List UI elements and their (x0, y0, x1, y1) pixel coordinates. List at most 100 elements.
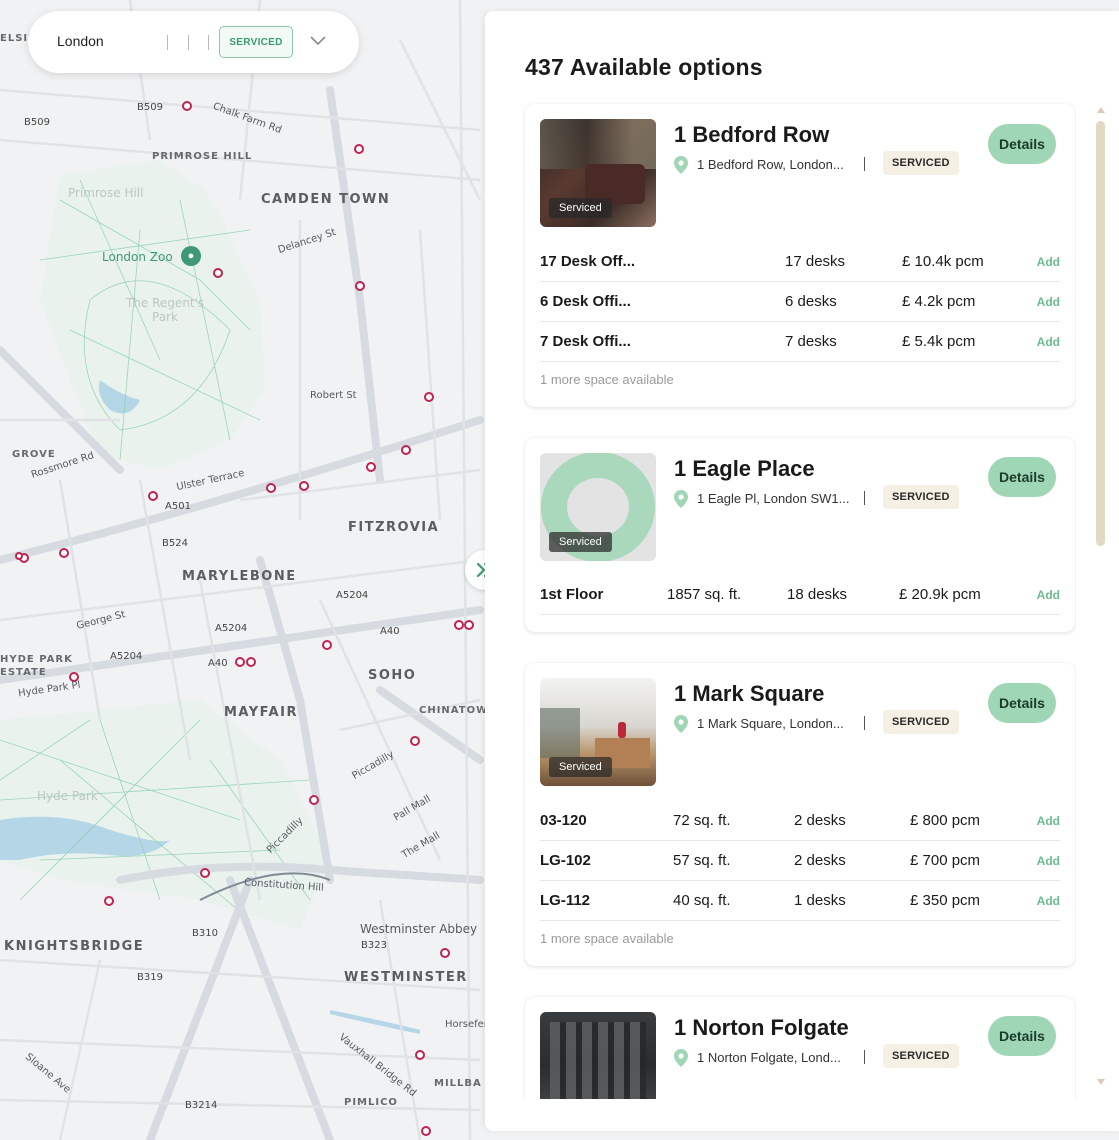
space-name: 17 Desk Off... (540, 253, 636, 270)
space-price: £ 350 pcm (910, 892, 981, 909)
scroll-up-arrow[interactable] (1097, 107, 1105, 113)
map-label-road: A5204 (336, 590, 369, 601)
add-button[interactable]: Add (1037, 335, 1060, 349)
space-desks: 7 desks (785, 333, 837, 350)
listing-title[interactable]: 1 Mark Square (674, 681, 824, 707)
space-row[interactable]: 17 Desk Off... 17 desks £ 10.4k pcm Add (540, 242, 1060, 282)
space-name: 1st Floor (540, 586, 604, 603)
details-button[interactable]: Details (988, 457, 1056, 497)
search-location[interactable]: London (57, 33, 104, 49)
space-sqft: 40 sq. ft. (673, 892, 731, 909)
map-label-area: FITZROVIA (348, 520, 440, 535)
map-label-area: MAYFAIR (224, 705, 298, 720)
map-label-road: B310 (192, 928, 218, 939)
map-label-area: SOHO (368, 668, 417, 683)
space-name: LG-102 (540, 852, 591, 869)
add-button[interactable]: Add (1037, 295, 1060, 309)
listing-address: 1 Mark Square, London... (697, 716, 844, 731)
space-desks: 2 desks (794, 852, 846, 869)
search-bar[interactable]: London SERVICED (28, 11, 359, 73)
map-label-road: B509 (24, 117, 50, 128)
add-button[interactable]: Add (1037, 588, 1060, 602)
space-row[interactable]: 03-120 72 sq. ft. 2 desks £ 800 pcm Add (540, 801, 1060, 841)
map-label-area: CAMDEN TOWN (261, 192, 391, 207)
map-label-park: Park (152, 310, 178, 324)
map-label-area: PRIMROSE HILL (152, 151, 253, 162)
space-name: 7 Desk Offi... (540, 333, 631, 350)
add-button[interactable]: Add (1037, 894, 1060, 908)
map-label-street: Westminster Abbey (360, 922, 478, 936)
map-label-area: MILLBA (434, 1078, 482, 1089)
thumb-badge: Serviced (549, 757, 612, 777)
space-name: 6 Desk Offi... (540, 293, 631, 310)
space-row[interactable]: 6 Desk Offi... 6 desks £ 4.2k pcm Add (540, 282, 1060, 322)
details-button[interactable]: Details (988, 683, 1056, 723)
listing-card[interactable]: Serviced 1 Eagle Place 1 Eagle Pl, Londo… (525, 438, 1075, 632)
space-name: LG-112 (540, 892, 591, 909)
listing-title[interactable]: 1 Bedford Row (674, 122, 829, 148)
space-row[interactable]: LG-102 57 sq. ft. 2 desks £ 700 pcm Add (540, 841, 1060, 881)
more-spaces-text[interactable]: 1 more space available (540, 931, 674, 946)
map-label-area: HYDE PARK (0, 654, 73, 665)
details-button[interactable]: Details (988, 124, 1056, 164)
scroll-down-arrow[interactable] (1097, 1079, 1105, 1085)
space-price: £ 700 pcm (910, 852, 981, 869)
space-desks: 6 desks (785, 293, 837, 310)
listing-address: 1 Eagle Pl, London SW1... (697, 491, 850, 506)
map-label-area: GROVE (12, 449, 56, 460)
add-button[interactable]: Add (1037, 814, 1060, 828)
more-spaces-text[interactable]: 1 more space available (540, 372, 674, 387)
chevron-down-icon[interactable] (309, 34, 327, 48)
listing-address: 1 Norton Folgate, Lond... (697, 1050, 841, 1065)
address-separator (864, 1050, 865, 1064)
serviced-filter-badge[interactable]: SERVICED (219, 26, 293, 58)
listing-card[interactable]: Serviced 1 Mark Square 1 Mark Square, Lo… (525, 663, 1075, 966)
map-pin-icon (674, 490, 688, 508)
space-name: 03-120 (540, 812, 587, 829)
space-desks: 1 desks (794, 892, 846, 909)
map-label-area: PIMLICO (344, 1097, 398, 1108)
map-label-park: Primrose Hill (68, 186, 144, 200)
map-pin-icon (674, 715, 688, 733)
space-row[interactable]: LG-112 40 sq. ft. 1 desks £ 350 pcm Add (540, 881, 1060, 921)
listing-photo-placeholder: Serviced (540, 453, 656, 561)
map-label-road: B3214 (185, 1100, 218, 1111)
listing-title[interactable]: 1 Eagle Place (674, 456, 815, 482)
map-pin-icon (674, 1049, 688, 1067)
thumb-badge: Serviced (549, 198, 612, 218)
map-label-road: A5204 (215, 623, 248, 634)
space-desks: 2 desks (794, 812, 846, 829)
space-price: £ 10.4k pcm (902, 253, 984, 270)
map-label-road: A5204 (110, 651, 143, 662)
space-rows: 03-120 72 sq. ft. 2 desks £ 800 pcm Add … (540, 801, 1060, 921)
listing-list[interactable]: Serviced 1 Bedford Row 1 Bedford Row, Lo… (523, 99, 1076, 1099)
map-label-area: MARYLEBONE (182, 569, 297, 584)
space-row[interactable]: 7 Desk Offi... 7 desks £ 5.4k pcm Add (540, 322, 1060, 362)
space-row[interactable]: 1st Floor 1857 sq. ft. 18 desks £ 20.9k … (540, 575, 1060, 615)
map-label-area: ESTATE (0, 667, 47, 678)
space-desks: 18 desks (787, 586, 848, 603)
scrollbar-thumb[interactable] (1096, 121, 1105, 546)
type-badge: SERVICED (883, 151, 959, 175)
type-badge: SERVICED (883, 710, 959, 734)
add-button[interactable]: Add (1037, 854, 1060, 868)
type-badge: SERVICED (883, 1044, 959, 1068)
space-price: £ 4.2k pcm (902, 293, 976, 310)
space-sqft: 57 sq. ft. (673, 852, 731, 869)
listing-card[interactable]: Serviced 1 Bedford Row 1 Bedford Row, Lo… (525, 104, 1075, 407)
map-label-road: B319 (137, 972, 163, 983)
listing-title[interactable]: 1 Norton Folgate (674, 1015, 849, 1041)
address-separator (864, 157, 865, 171)
add-button[interactable]: Add (1037, 255, 1060, 269)
map-label-park: The Regent's (126, 296, 205, 310)
space-price: £ 20.9k pcm (899, 586, 981, 603)
address-separator (864, 716, 865, 730)
map-label-road: A501 (165, 501, 191, 512)
space-rows: 1st Floor 1857 sq. ft. 18 desks £ 20.9k … (540, 575, 1060, 615)
listing-photo: Serviced (540, 678, 656, 786)
map-label-road: B524 (162, 538, 188, 549)
listing-card[interactable]: 1 Norton Folgate 1 Norton Folgate, Lond.… (525, 997, 1075, 1099)
search-separator (167, 35, 168, 50)
details-button[interactable]: Details (988, 1016, 1056, 1056)
type-badge: SERVICED (883, 485, 959, 509)
